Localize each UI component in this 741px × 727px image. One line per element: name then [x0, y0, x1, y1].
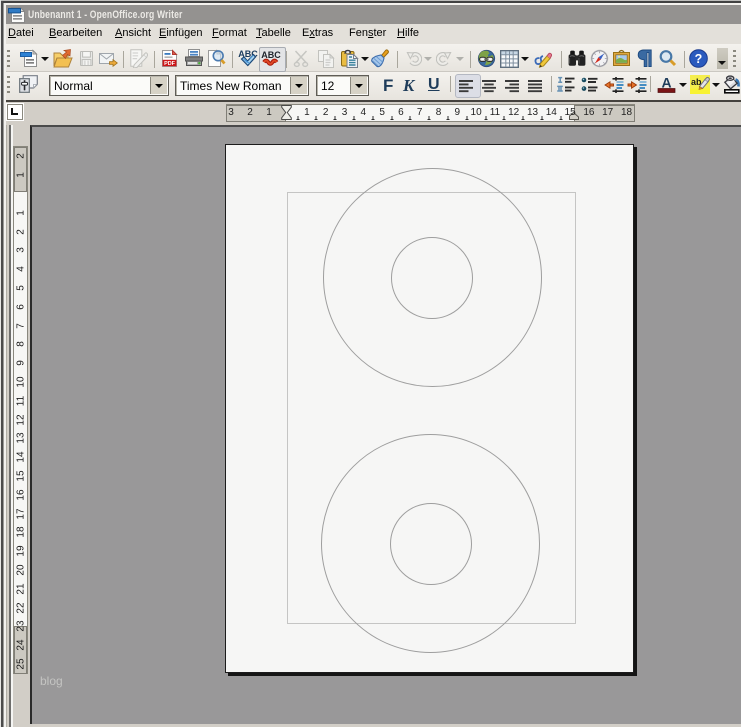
svg-text:?: ? [695, 52, 703, 66]
svg-text:ABC: ABC [261, 50, 281, 60]
svg-text:PDF: PDF [164, 61, 175, 67]
